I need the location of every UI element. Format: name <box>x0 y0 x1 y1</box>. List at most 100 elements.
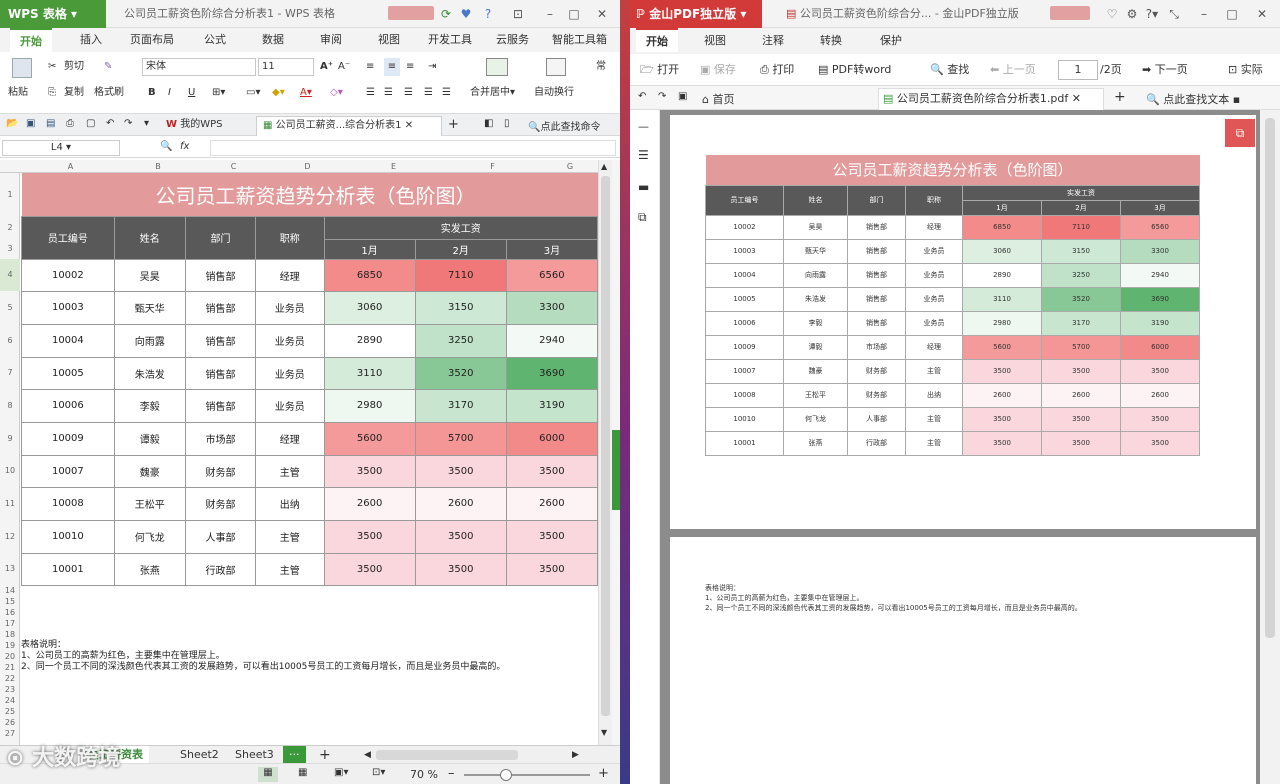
pdf-cell-title[interactable]: 经理 <box>905 334 963 360</box>
pdf-cell-id[interactable]: 10009 <box>705 334 784 360</box>
zoom-slider-thumb[interactable] <box>500 769 512 781</box>
regular-format-button[interactable]: 常 <box>596 58 606 76</box>
pdf-settings-icon[interactable]: ⚙ <box>1122 4 1142 24</box>
cell-id[interactable]: 10003 <box>21 290 115 325</box>
cell-title[interactable]: 业务员 <box>255 323 325 358</box>
name-box[interactable]: L4 ▾ <box>2 140 120 156</box>
account-avatar[interactable] <box>388 6 434 20</box>
row-header[interactable]: 12 <box>0 520 20 553</box>
pdf-cell-dept[interactable]: 市场部 <box>847 334 906 360</box>
side-panel-handle[interactable] <box>612 430 620 510</box>
page-number-input[interactable]: 1 <box>1058 60 1098 80</box>
cell-name[interactable]: 朱浩发 <box>113 356 186 390</box>
row-header[interactable]: 8 <box>0 389 20 422</box>
cell-name[interactable]: 何飞龙 <box>113 519 186 554</box>
row-header[interactable]: 23 <box>0 684 20 695</box>
pdf-cell-salary-m2[interactable]: 5700 <box>1041 334 1121 360</box>
cell-title[interactable]: 经理 <box>255 258 325 292</box>
cell-salary-m2[interactable]: 3250 <box>414 323 507 358</box>
help-icon[interactable]: ? <box>478 4 498 24</box>
pdf-menu-view[interactable]: 视图 <box>704 29 726 53</box>
row-header[interactable]: 10 <box>0 455 20 487</box>
cell-id[interactable]: 10009 <box>21 421 115 456</box>
open-icon[interactable]: 📂 <box>6 118 18 129</box>
cell-salary-m3[interactable]: 6000 <box>505 421 598 456</box>
floating-tool-icon[interactable]: ⧉ <box>1225 119 1255 147</box>
cell-dept[interactable]: 人事部 <box>184 519 257 554</box>
font-select[interactable]: 宋体 <box>142 58 256 76</box>
row-header[interactable]: 20 <box>0 651 20 662</box>
normal-view-icon[interactable]: ▦ <box>258 767 278 782</box>
grow-font-icon[interactable]: A⁺ <box>320 58 333 76</box>
pdf-cell-salary-m1[interactable]: 3500 <box>962 358 1042 384</box>
cell-title[interactable]: 业务员 <box>255 388 325 423</box>
row-header[interactable]: 1 <box>0 173 20 216</box>
pdf-cell-id[interactable]: 10004 <box>705 262 784 288</box>
pdf-help-icon[interactable]: ?▾ <box>1142 4 1162 24</box>
pdf-cell-name[interactable]: 谭毅 <box>783 334 848 360</box>
cell-dept[interactable]: 市场部 <box>184 421 257 456</box>
merge-icon[interactable]: ▭▾ <box>246 84 260 102</box>
zoom-icon[interactable]: 🔍 <box>160 141 172 152</box>
pdf-cell-salary-m1[interactable]: 3500 <box>962 406 1042 432</box>
reading-icon[interactable]: ⊡▾ <box>372 767 385 778</box>
cell-salary-m2[interactable]: 3170 <box>414 388 507 423</box>
pdf-cell-name[interactable]: 吴昊 <box>783 214 848 240</box>
pdf-cell-salary-m1[interactable]: 2980 <box>962 310 1042 336</box>
cell-id[interactable]: 10001 <box>21 552 115 586</box>
pdf-cell-salary-m3[interactable]: 6560 <box>1120 214 1200 240</box>
command-search[interactable]: 🔍点此查找命令 <box>528 118 600 133</box>
menu-home[interactable]: 开始 <box>10 28 52 52</box>
cell-id[interactable]: 10002 <box>21 258 115 292</box>
col-g[interactable]: G <box>542 160 598 173</box>
pdf-menu-home[interactable]: 开始 <box>636 28 678 52</box>
scroll-up-icon[interactable]: ▲ <box>601 162 607 171</box>
tab-doc[interactable]: ▦ 公司员工薪资...综合分析表1 ✕ <box>256 116 442 136</box>
pdf-cell-name[interactable]: 何飞龙 <box>783 406 848 432</box>
pdf-cell-salary-m2[interactable]: 3170 <box>1041 310 1121 336</box>
doc-icon[interactable]: ◧ <box>484 118 493 129</box>
pdf-menu-protect[interactable]: 保护 <box>880 29 902 53</box>
pdf-cell-dept[interactable]: 销售部 <box>847 262 906 288</box>
shrink-font-icon[interactable]: A⁻ <box>338 58 350 76</box>
pdf-cell-salary-m2[interactable]: 2600 <box>1041 382 1121 408</box>
pdf-cell-salary-m1[interactable]: 3500 <box>962 430 1042 456</box>
bold-icon[interactable]: B <box>148 84 156 102</box>
cell-dept[interactable]: 行政部 <box>184 552 257 586</box>
pdf-doc-tab[interactable]: ▤ 公司员工薪资色阶综合分析表1.pdf ✕ <box>878 88 1104 110</box>
tab-close-icon[interactable]: ✕ <box>405 120 413 131</box>
pdf-view-area[interactable]: ⧉ 公司员工薪资趋势分析表（色阶图） 员工编号 姓名 部门 职称 实发工资 1月… <box>660 110 1260 784</box>
redo-icon[interactable]: ↷ <box>124 118 132 129</box>
cell-name[interactable]: 向雨露 <box>113 323 186 358</box>
pdf-cell-name[interactable]: 向雨露 <box>783 262 848 288</box>
pdf-cell-name[interactable]: 甄天华 <box>783 238 848 264</box>
pdf-close-button[interactable]: ✕ <box>1252 4 1272 24</box>
cell-salary-m1[interactable]: 2980 <box>323 388 416 423</box>
spreadsheet-grid[interactable]: 公司员工薪资趋势分析表（色阶图） 员工编号 姓名 部门 职称 实发工资 1月 2… <box>21 173 598 745</box>
col-a[interactable]: A <box>21 160 120 173</box>
cell-dept[interactable]: 销售部 <box>184 323 257 358</box>
pdf-undo-icon[interactable]: ↶ <box>638 91 646 102</box>
pdf-cell-id[interactable]: 10002 <box>705 214 784 240</box>
pdf-home-tab[interactable]: ⌂ 首页 <box>702 91 734 107</box>
pdf-open-button[interactable]: 🗁 打开 <box>640 62 679 78</box>
more-icon[interactable]: ▾ <box>144 118 149 129</box>
sync-icon[interactable]: ⟳ <box>436 4 456 24</box>
col-b[interactable]: B <box>120 160 196 173</box>
pdf-save-button[interactable]: ▣ 保存 <box>700 62 736 78</box>
align-top-icon[interactable]: ≡ <box>366 58 380 76</box>
pdf-cell-salary-m3[interactable]: 3690 <box>1120 286 1200 312</box>
cell-name[interactable]: 魏豪 <box>113 454 186 488</box>
font-color-icon[interactable]: A▾ <box>300 84 312 102</box>
minimize-button[interactable]: – <box>540 4 560 24</box>
thumbnail-icon[interactable]: ☰ <box>638 148 649 162</box>
preview-icon[interactable]: ▢ <box>86 118 95 129</box>
row-header[interactable]: 16 <box>0 607 20 618</box>
pdf-scroll-thumb[interactable] <box>1265 118 1275 638</box>
cell-dept[interactable]: 销售部 <box>184 356 257 390</box>
pdf-cell-salary-m3[interactable]: 3500 <box>1120 406 1200 432</box>
pdf-cell-title[interactable]: 出纳 <box>905 382 963 408</box>
cell-salary-m1[interactable]: 3500 <box>323 454 416 488</box>
cell-salary-m3[interactable]: 3500 <box>505 454 598 488</box>
fill-color-icon[interactable]: ◆▾ <box>272 84 285 102</box>
